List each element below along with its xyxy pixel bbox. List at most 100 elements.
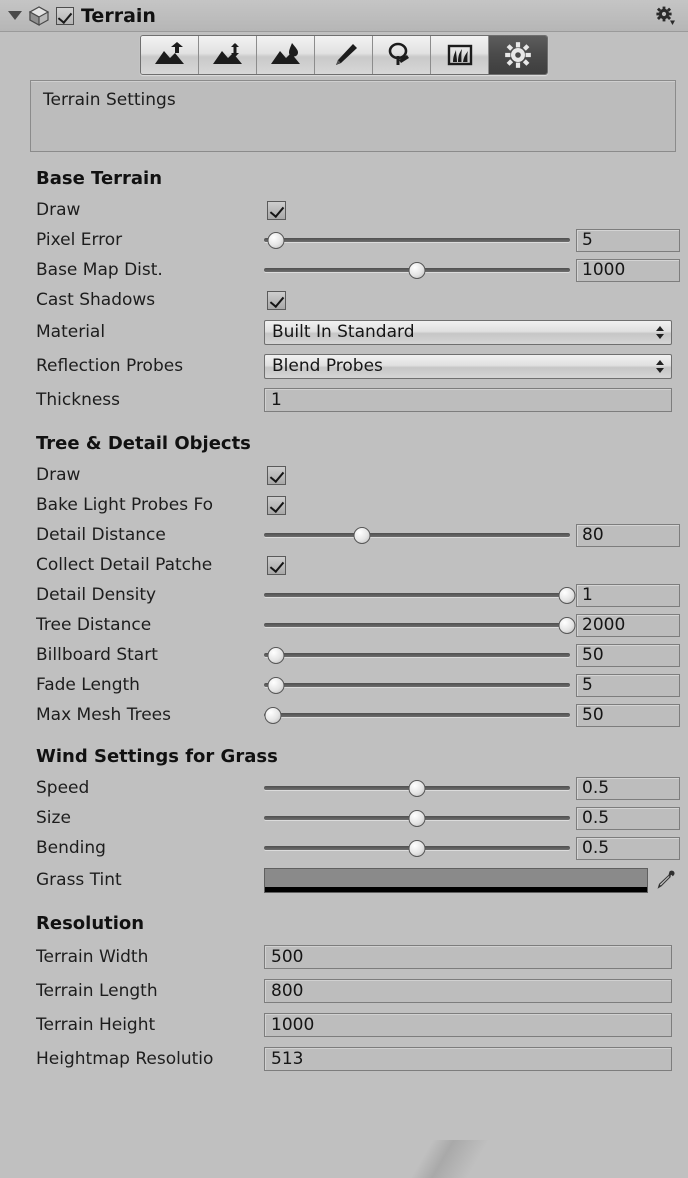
value-fade-length[interactable]: 5 bbox=[576, 673, 680, 697]
row-wind-size: Size 0.5 bbox=[0, 803, 688, 833]
tool-place-trees[interactable] bbox=[373, 36, 431, 74]
dropdown-reflection-probes[interactable]: Blend Probes bbox=[264, 353, 672, 379]
slider-track bbox=[264, 623, 570, 627]
value-detail-density[interactable]: 1 bbox=[576, 583, 680, 607]
row-terrain-width: Terrain Width 500 bbox=[0, 940, 688, 974]
chevron-updown-icon bbox=[655, 324, 665, 340]
slider-detail-density[interactable] bbox=[264, 585, 576, 605]
dropdown-material[interactable]: Built In Standard bbox=[264, 319, 672, 345]
value-billboard-start[interactable]: 50 bbox=[576, 643, 680, 667]
gear-icon[interactable] bbox=[654, 5, 676, 27]
slider-thumb[interactable] bbox=[408, 261, 426, 279]
label-collect-detail-patches: Collect Detail Patche bbox=[36, 555, 213, 575]
slider-thumb[interactable] bbox=[558, 616, 576, 634]
row-draw-base: Draw bbox=[0, 195, 688, 225]
slider-wind-speed[interactable] bbox=[264, 778, 570, 798]
slider-base-map-dist[interactable] bbox=[264, 260, 570, 280]
slider-thumb[interactable] bbox=[558, 586, 576, 604]
label-reflection-probes: Reflection Probes bbox=[36, 356, 184, 376]
color-swatch-grass-tint[interactable] bbox=[264, 867, 648, 893]
value-detail-distance[interactable]: 80 bbox=[576, 523, 680, 547]
row-fade-length: Fade Length 5 bbox=[0, 670, 688, 700]
terrain-raise-icon bbox=[154, 42, 184, 64]
row-billboard-start: Billboard Start 50 bbox=[0, 640, 688, 670]
checkbox-cast-shadows[interactable] bbox=[267, 290, 286, 310]
tool-set-height[interactable] bbox=[199, 36, 257, 74]
label-wind-bending: Bending bbox=[36, 838, 106, 858]
slider-thumb[interactable] bbox=[408, 839, 426, 857]
tool-terrain-settings[interactable] bbox=[489, 36, 547, 74]
checkbox-draw-base[interactable] bbox=[267, 200, 286, 220]
label-draw-base: Draw bbox=[36, 200, 81, 220]
slider-track bbox=[264, 533, 570, 537]
checkbox-draw-tree[interactable] bbox=[267, 465, 286, 485]
label-grass-tint: Grass Tint bbox=[36, 870, 122, 890]
slider-thumb[interactable] bbox=[353, 526, 371, 544]
slider-fade-length[interactable] bbox=[264, 675, 570, 695]
checkbox-bake-light-probes[interactable] bbox=[267, 495, 286, 515]
tool-raise-lower-terrain[interactable] bbox=[141, 36, 199, 74]
slider-wind-size[interactable] bbox=[264, 808, 570, 828]
value-wind-size[interactable]: 0.5 bbox=[576, 806, 680, 830]
value-pixel-error[interactable]: 5 bbox=[576, 228, 680, 252]
input-thickness[interactable]: 1 bbox=[264, 388, 672, 412]
slider-detail-distance[interactable] bbox=[264, 525, 570, 545]
input-terrain-height[interactable]: 1000 bbox=[264, 1013, 672, 1037]
value-tree-distance[interactable]: 2000 bbox=[576, 613, 680, 637]
section-title-resolution: Resolution bbox=[36, 913, 145, 934]
triangle-down-icon[interactable] bbox=[8, 11, 22, 20]
row-thickness: Thickness 1 bbox=[0, 383, 688, 417]
color-swatch-fill bbox=[265, 869, 647, 887]
eyedropper-icon[interactable] bbox=[654, 869, 676, 891]
slider-thumb[interactable] bbox=[408, 809, 426, 827]
row-detail-density: Detail Density 1 bbox=[0, 580, 688, 610]
label-pixel-error: Pixel Error bbox=[36, 230, 123, 250]
label-billboard-start: Billboard Start bbox=[36, 645, 158, 665]
input-heightmap-resolution[interactable]: 513 bbox=[264, 1047, 672, 1071]
slider-thumb[interactable] bbox=[267, 676, 285, 694]
page-title: Terrain bbox=[81, 4, 156, 27]
row-bake-light-probes: Bake Light Probes Fo bbox=[0, 490, 688, 520]
terrain-set-height-icon bbox=[212, 43, 242, 64]
slider-thumb[interactable] bbox=[267, 646, 285, 664]
input-terrain-width[interactable]: 500 bbox=[264, 945, 672, 969]
inspector-header: Terrain bbox=[0, 0, 688, 32]
value-max-mesh-trees[interactable]: 50 bbox=[576, 703, 680, 727]
label-thickness: Thickness bbox=[36, 390, 121, 410]
slider-pixel-error[interactable] bbox=[264, 230, 570, 250]
slider-thumb[interactable] bbox=[408, 779, 426, 797]
row-cast-shadows: Cast Shadows bbox=[0, 285, 688, 315]
dropdown-reflection-probes-value: Blend Probes bbox=[272, 356, 383, 376]
slider-billboard-start[interactable] bbox=[264, 645, 570, 665]
row-terrain-height: Terrain Height 1000 bbox=[0, 1008, 688, 1042]
value-wind-bending[interactable]: 0.5 bbox=[576, 836, 680, 860]
label-draw-tree: Draw bbox=[36, 465, 81, 485]
input-terrain-length[interactable]: 800 bbox=[264, 979, 672, 1003]
row-draw-tree: Draw bbox=[0, 460, 688, 490]
terrain-enabled-checkbox[interactable] bbox=[56, 6, 74, 25]
row-heightmap-resolution: Heightmap Resolutio 513 bbox=[0, 1042, 688, 1076]
slider-max-mesh-trees[interactable] bbox=[264, 705, 570, 725]
row-max-mesh-trees: Max Mesh Trees 50 bbox=[0, 700, 688, 730]
tool-paint-details[interactable] bbox=[431, 36, 489, 74]
dropdown-material-value: Built In Standard bbox=[272, 322, 415, 342]
value-wind-speed[interactable]: 0.5 bbox=[576, 776, 680, 800]
label-detail-density: Detail Density bbox=[36, 585, 157, 605]
label-cast-shadows: Cast Shadows bbox=[36, 290, 156, 310]
checkbox-collect-detail-patches[interactable] bbox=[267, 555, 286, 575]
tool-paint-texture[interactable] bbox=[315, 36, 373, 74]
row-base-map-dist: Base Map Dist. 1000 bbox=[0, 255, 688, 285]
row-material: Material Built In Standard bbox=[0, 315, 688, 349]
tool-smooth-height[interactable] bbox=[257, 36, 315, 74]
slider-track bbox=[264, 593, 570, 597]
label-terrain-width: Terrain Width bbox=[36, 947, 149, 967]
label-detail-distance: Detail Distance bbox=[36, 525, 166, 545]
label-bake-light-probes: Bake Light Probes Fo bbox=[36, 495, 214, 515]
row-reflection-probes: Reflection Probes Blend Probes bbox=[0, 349, 688, 383]
slider-thumb[interactable] bbox=[264, 706, 282, 724]
slider-wind-bending[interactable] bbox=[264, 838, 570, 858]
slider-tree-distance[interactable] bbox=[264, 615, 576, 635]
row-tree-distance: Tree Distance 2000 bbox=[0, 610, 688, 640]
value-base-map-dist[interactable]: 1000 bbox=[576, 258, 680, 282]
slider-thumb[interactable] bbox=[267, 231, 285, 249]
